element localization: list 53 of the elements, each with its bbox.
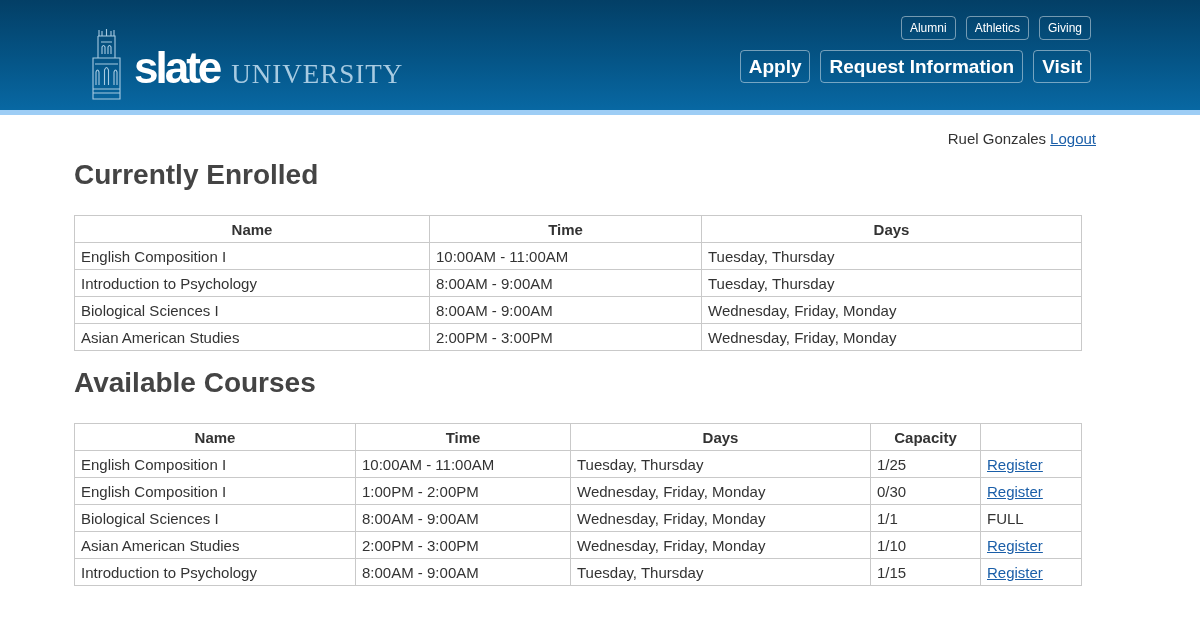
table-cell: 1/25 <box>870 450 981 478</box>
table-cell: 0/30 <box>870 477 981 505</box>
table-cell: 8:00AM - 9:00AM <box>429 269 702 297</box>
table-cell: Wednesday, Friday, Monday <box>570 477 871 505</box>
table-cell: Introduction to Psychology <box>74 269 430 297</box>
table-cell: 1/15 <box>870 558 981 586</box>
header-link-button[interactable]: Alumni <box>900 16 956 40</box>
section-heading: Available Courses <box>74 367 317 399</box>
table-cell: Wednesday, Friday, Monday <box>701 323 1082 351</box>
status-text: FULL <box>987 509 1024 527</box>
table-cell: Asian American Studies <box>74 323 430 351</box>
header-link-button[interactable]: Athletics <box>965 16 1029 40</box>
column-header: Capacity <box>870 423 981 451</box>
table-cell: English Composition I <box>74 450 356 478</box>
table-cell: English Composition I <box>74 242 430 270</box>
table-cell: Tuesday, Thursday <box>701 242 1082 270</box>
logo-wordmark: slate <box>134 46 220 90</box>
table-cell: Biological Sciences I <box>74 504 356 532</box>
table-cell: Tuesday, Thursday <box>701 269 1082 297</box>
header-action-button[interactable]: Visit <box>1033 50 1091 83</box>
table-cell: Biological Sciences I <box>74 296 430 324</box>
table-cell: English Composition I <box>74 477 356 505</box>
table-cell: 2:00PM - 3:00PM <box>429 323 702 351</box>
table-cell: Tuesday, Thursday <box>570 558 871 586</box>
table-cell: 8:00AM - 9:00AM <box>429 296 702 324</box>
column-header: Days <box>701 215 1082 243</box>
table-cell: Introduction to Psychology <box>74 558 356 586</box>
header-action-button[interactable]: Apply <box>739 50 811 83</box>
column-header: Name <box>74 215 430 243</box>
column-header: Days <box>570 423 871 451</box>
column-header: Name <box>74 423 356 451</box>
tower-logo-icon <box>92 28 121 100</box>
table-cell: 1:00PM - 2:00PM <box>355 477 571 505</box>
table-cell: 10:00AM - 11:00AM <box>429 242 702 270</box>
header-action-button[interactable]: Request Information <box>820 50 1024 83</box>
table-cell: Wednesday, Friday, Monday <box>570 504 871 532</box>
table-cell: Tuesday, Thursday <box>570 450 871 478</box>
table-cell: Wednesday, Friday, Monday <box>701 296 1082 324</box>
column-header: Time <box>355 423 571 451</box>
logout-link[interactable]: Logout <box>1050 128 1096 159</box>
table-cell: Asian American Studies <box>74 531 356 559</box>
table-cell: 10:00AM - 11:00AM <box>355 450 571 478</box>
table-cell: 1/1 <box>870 504 981 532</box>
user-name: Ruel Gonzales <box>947 129 1047 149</box>
table-cell: 8:00AM - 9:00AM <box>355 558 571 586</box>
section-heading: Currently Enrolled <box>74 159 320 191</box>
header-link-button[interactable]: Giving <box>1039 16 1091 40</box>
table-cell: 8:00AM - 9:00AM <box>355 504 571 532</box>
table-cell: 2:00PM - 3:00PM <box>355 531 571 559</box>
logo-subtitle: UNIVERSITY <box>231 61 404 88</box>
table-cell: Wednesday, Friday, Monday <box>570 531 871 559</box>
column-header: Time <box>429 215 702 243</box>
table-cell: 1/10 <box>870 531 981 559</box>
